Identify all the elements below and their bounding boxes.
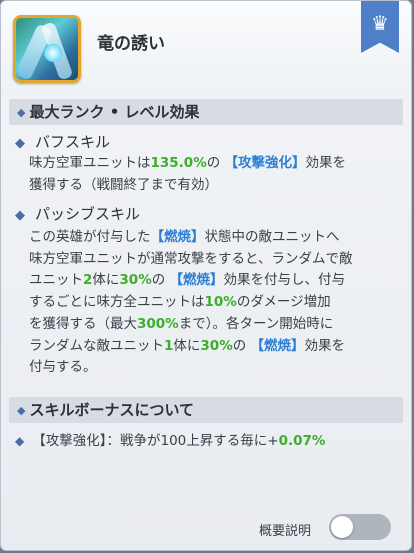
toggle-knob[interactable] bbox=[331, 516, 353, 538]
buff-skill-title: ◆ バフスキル bbox=[15, 133, 111, 151]
crown-icon: ♛ bbox=[361, 1, 399, 53]
skill-detail-panel: 竜の誘い ♛ ◆ 最大ランク • レベル効果 ◆ バフスキル 味方空軍ユニットは13… bbox=[0, 0, 412, 551]
dragon-lure-skill-icon bbox=[13, 15, 81, 83]
diamond-icon: ◆ bbox=[17, 106, 26, 119]
overview-toggle[interactable] bbox=[329, 514, 391, 540]
skill-bonus-line: ◆ 【攻撃強化】：戦争が100上昇する毎に+0.07% bbox=[15, 433, 326, 449]
skill-name: 竜の誘い bbox=[97, 34, 165, 54]
section-title: スキルボーナスについて bbox=[29, 401, 195, 419]
diamond-bullet-icon: ◆ bbox=[15, 208, 25, 223]
buff-skill-description: 味方空軍ユニットは135.0%の 【攻撃強化】効果を 獲得する（戦闘終了まで有効… bbox=[29, 155, 347, 193]
section-header-max-rank: ◆ 最大ランク • レベル効果 bbox=[9, 99, 403, 125]
section-title: 最大ランク • レベル効果 bbox=[29, 103, 200, 121]
section-header-skill-bonus: ◆ スキルボーナスについて bbox=[9, 397, 403, 423]
diamond-bullet-icon: ◆ bbox=[15, 136, 25, 151]
diamond-bullet-icon: ◆ bbox=[15, 434, 25, 448]
diamond-icon: ◆ bbox=[17, 404, 26, 417]
passive-skill-title: ◆ パッシブスキル bbox=[15, 205, 141, 223]
skill-header: 竜の誘い ♛ bbox=[1, 1, 411, 93]
passive-skill-description: この英雄が付与した【燃焼】状態中の敵ユニットへ 味方空軍ユニットが通常攻撃をする… bbox=[29, 229, 353, 376]
overview-toggle-label: 概要説明 bbox=[259, 524, 312, 539]
